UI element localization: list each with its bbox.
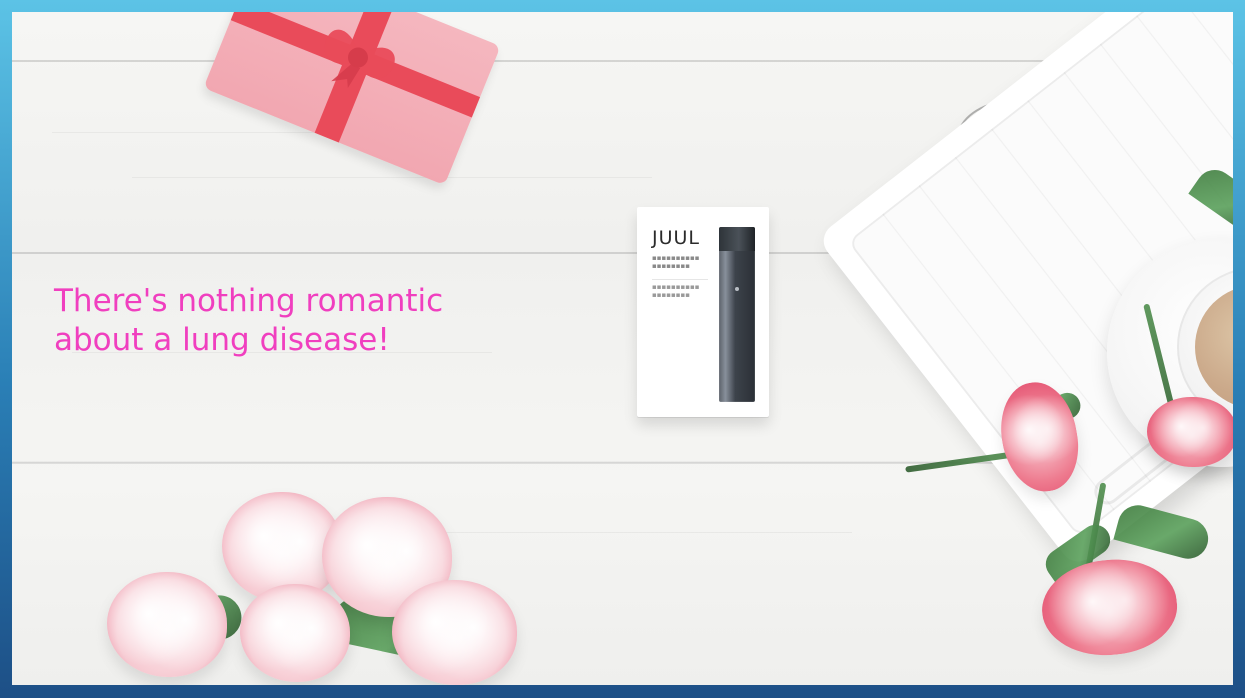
wood-grain [432,532,852,533]
white-pink-rose [240,584,350,682]
package-fine-print: ▪▪▪▪▪▪▪▪▪▪ ▪▪▪▪▪▪▪▪ [652,254,700,270]
vape-device [719,227,755,402]
white-pink-rose [107,572,227,677]
wood-grain [132,177,652,178]
juul-package: JUUL ▪▪▪▪▪▪▪▪▪▪ ▪▪▪▪▪▪▪▪ ▪▪▪▪▪▪▪▪▪▪ ▪▪▪▪… [637,207,769,417]
pink-rose [1147,397,1233,467]
white-pink-rose [392,580,517,685]
slide: There's nothing romantic about a lung di… [0,0,1245,698]
gift-bow [324,29,395,88]
juul-brand: JUUL [652,227,701,249]
package-divider [652,279,708,280]
headline-text: There's nothing romantic about a lung di… [54,283,444,358]
package-fine-print: ▪▪▪▪▪▪▪▪▪▪ ▪▪▪▪▪▪▪▪ [652,283,700,299]
background-photo: There's nothing romantic about a lung di… [12,12,1233,685]
